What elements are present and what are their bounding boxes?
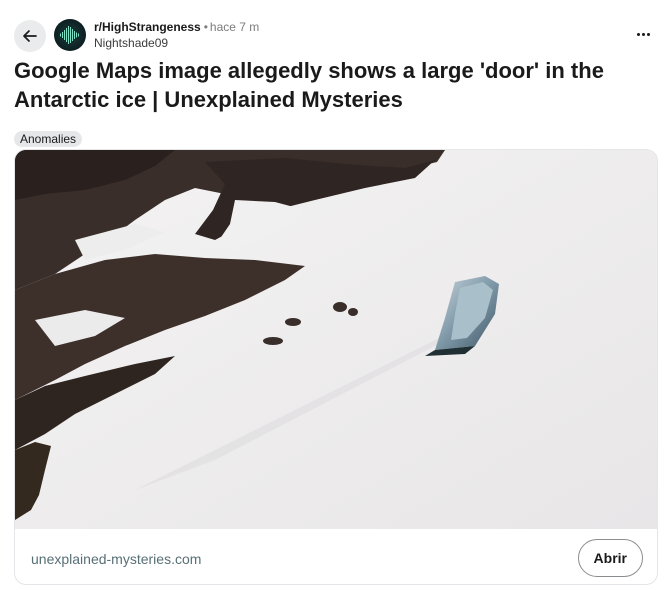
more-horizontal-icon xyxy=(636,32,640,36)
open-link-button[interactable]: Abrir xyxy=(577,539,643,577)
post-meta: r/HighStrangeness • hace 7 m Nightshade09 xyxy=(94,20,259,51)
link-domain[interactable]: unexplained-mysteries.com xyxy=(31,551,201,567)
post-time: hace 7 m xyxy=(209,20,260,34)
link-card[interactable]: unexplained-mysteries.com Abrir xyxy=(14,149,658,585)
subreddit-name[interactable]: r/HighStrangeness xyxy=(94,20,201,34)
link-card-footer: unexplained-mysteries.com Abrir xyxy=(15,529,657,584)
back-button[interactable] xyxy=(14,20,46,52)
link-thumbnail-image[interactable] xyxy=(15,150,658,529)
subreddit-avatar[interactable] xyxy=(54,19,86,51)
post-flair[interactable]: Anomalies xyxy=(14,131,83,147)
arrow-left-icon xyxy=(23,30,37,42)
post-title: Google Maps image allegedly shows a larg… xyxy=(14,58,604,112)
separator-dot: • xyxy=(203,20,208,34)
more-options-button[interactable] xyxy=(632,26,654,42)
author-username[interactable]: Nightshade09 xyxy=(94,36,259,51)
soundwave-icon xyxy=(60,26,79,44)
post-view: r/HighStrangeness • hace 7 m Nightshade09 … xyxy=(0,0,666,590)
